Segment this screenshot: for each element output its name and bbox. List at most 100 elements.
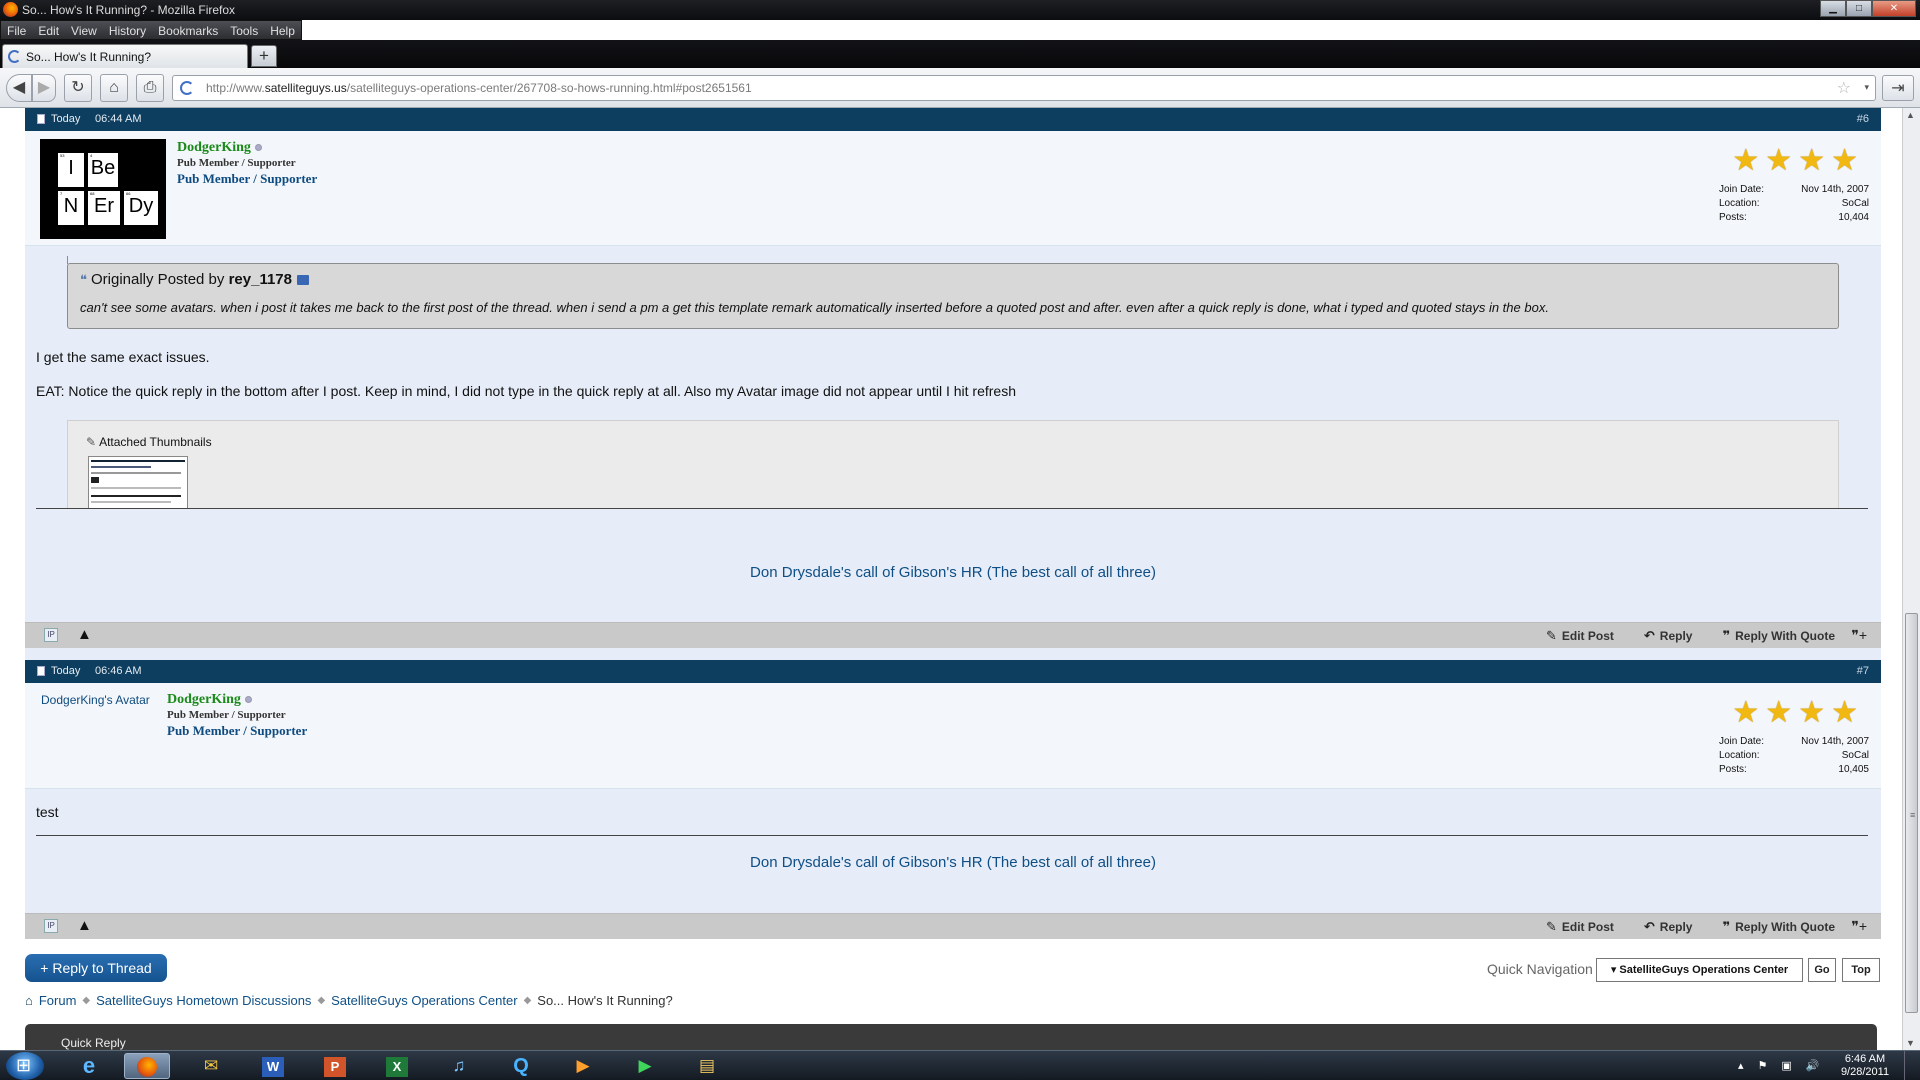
print-button[interactable]: ⎙ xyxy=(136,74,164,102)
avatar-tile: 4 Be xyxy=(88,153,118,187)
multi-quote-icon[interactable]: ❞+ xyxy=(1851,918,1867,935)
email-client-icon[interactable]: ✉ xyxy=(188,1053,234,1079)
quick-navigation-select[interactable]: ▾ SatelliteGuys Operations Center xyxy=(1596,958,1803,982)
url-text[interactable]: http://www.satelliteguys.us/satelliteguy… xyxy=(206,81,752,95)
home-icon[interactable]: ⌂ xyxy=(25,993,33,1008)
system-tray: ▴ ⚑ ▣ 🔊 xyxy=(1738,1059,1820,1072)
toolbar-end-button[interactable]: ⇥ xyxy=(1882,75,1914,101)
username-link[interactable]: DodgerKing xyxy=(167,692,252,708)
internet-explorer-icon[interactable]: e xyxy=(66,1053,112,1079)
user-title: Pub Member / Supporter xyxy=(167,709,286,721)
go-button[interactable]: Go xyxy=(1808,958,1836,982)
join-date-value: Nov 14th, 2007 xyxy=(1801,184,1869,195)
ip-icon[interactable]: IP xyxy=(44,628,58,642)
breadcrumb-operations-center[interactable]: SatelliteGuys Operations Center xyxy=(331,993,517,1008)
post-actions: ✎ Edit Post ↶ Reply ❞ Reply With Quote xyxy=(1546,919,1835,935)
url-path: /satelliteguys-operations-center/267708-… xyxy=(346,81,752,95)
user-stats: Join Date: Nov 14th, 2007 Location: SoCal … xyxy=(1719,184,1869,226)
report-post-icon[interactable]: ▲ xyxy=(77,626,92,643)
quick-reply-header[interactable]: Quick Reply xyxy=(25,1024,1877,1050)
pencil-icon: ✎ xyxy=(1545,919,1557,934)
user-avatar[interactable]: 53 I 4 Be 7N 68 Er 66 Dy xyxy=(40,139,166,239)
signature-link[interactable]: Don Drysdale's call of Gibson's HR (The … xyxy=(25,854,1881,871)
video-app-icon[interactable]: ▶ xyxy=(622,1053,668,1079)
view-post-icon[interactable] xyxy=(296,275,309,286)
edit-post-button[interactable]: ✎ Edit Post xyxy=(1546,628,1614,644)
file-explorer-icon[interactable]: ▤ xyxy=(684,1053,730,1079)
new-tab-button[interactable]: + xyxy=(251,45,277,67)
scrollbar-grip-icon: ≡ xyxy=(1910,810,1916,820)
scroll-up-arrow-icon[interactable]: ▲ xyxy=(1906,110,1915,120)
excel-icon[interactable]: X xyxy=(374,1053,420,1079)
powerpoint-icon[interactable]: P xyxy=(312,1053,358,1079)
reload-button[interactable]: ↻ xyxy=(64,74,92,102)
word-icon[interactable]: W xyxy=(250,1053,296,1079)
reply-with-quote-button[interactable]: ❞ Reply With Quote xyxy=(1722,919,1835,935)
post-number-link[interactable]: #6 xyxy=(1857,113,1869,125)
media-player-icon[interactable]: ▶ xyxy=(560,1053,606,1079)
top-button[interactable]: Top xyxy=(1842,958,1880,982)
edit-post-button[interactable]: ✎ Edit Post xyxy=(1546,919,1614,935)
tray-expand-icon[interactable]: ▴ xyxy=(1738,1059,1744,1072)
post-count-label: Posts: xyxy=(1719,212,1747,223)
reply-button[interactable]: ↶ Reply xyxy=(1644,628,1693,644)
start-button[interactable] xyxy=(6,1052,44,1080)
network-icon[interactable]: ▣ xyxy=(1781,1059,1791,1072)
vertical-scrollbar[interactable]: ▲ ≡ ▼ xyxy=(1902,108,1920,1050)
post-time: 06:44 AM xyxy=(95,113,142,125)
signature-divider xyxy=(36,835,1868,836)
post-number-link[interactable]: #7 xyxy=(1857,665,1869,677)
user-rank-stars: ★ ★ ★ ★ xyxy=(1732,146,1858,176)
forward-button[interactable]: ▶ xyxy=(32,74,56,102)
close-button[interactable]: ✕ xyxy=(1872,0,1916,17)
url-history-dropdown-icon[interactable]: ▾ xyxy=(1864,82,1869,93)
username-link[interactable]: DodgerKing xyxy=(177,140,262,156)
post-header: Today 06:46 AM #7 xyxy=(25,660,1881,683)
reply-with-quote-button[interactable]: ❞ Reply With Quote xyxy=(1722,628,1835,644)
post-footer: IP ▲ ✎ Edit Post ↶ Reply ❞ Reply With Quote… xyxy=(25,913,1881,939)
avatar-alt-text[interactable]: DodgerKing's Avatar xyxy=(41,693,150,707)
show-desktop-button[interactable] xyxy=(1904,1051,1920,1080)
tab-current[interactable]: So... How's It Running? xyxy=(2,44,248,68)
menu-file[interactable]: File xyxy=(1,21,32,39)
itunes-icon[interactable]: ♫ xyxy=(436,1053,482,1079)
post-text: I get the same exact issues. xyxy=(36,349,210,365)
menu-bookmarks[interactable]: Bookmarks xyxy=(152,21,224,39)
menu-view[interactable]: View xyxy=(65,21,103,39)
scroll-down-arrow-icon[interactable]: ▼ xyxy=(1906,1038,1915,1048)
menu-edit[interactable]: Edit xyxy=(32,21,65,39)
post-userinfo: 53 I 4 Be 7N 68 Er 66 Dy DodgerKing Pub Memb… xyxy=(25,131,1881,246)
menu-history[interactable]: History xyxy=(103,21,152,39)
bookmark-star-icon[interactable]: ☆ xyxy=(1837,78,1851,98)
reply-to-thread-button[interactable]: + Reply to Thread xyxy=(25,954,167,982)
report-post-icon[interactable]: ▲ xyxy=(77,917,92,934)
home-button[interactable]: ⌂ xyxy=(100,74,128,102)
reply-button[interactable]: ↶ Reply xyxy=(1644,919,1693,935)
quicktime-icon[interactable]: Q xyxy=(498,1053,544,1079)
attachment-thumbnail[interactable] xyxy=(88,456,188,513)
firefox-taskbar-icon[interactable] xyxy=(124,1053,170,1079)
menu-help[interactable]: Help xyxy=(264,21,301,39)
signature-link[interactable]: Don Drysdale's call of Gibson's HR (The … xyxy=(25,564,1881,581)
rank-star-icon: ★ xyxy=(1798,144,1826,177)
taskbar-clock[interactable]: 6:46 AM 9/28/2011 xyxy=(1838,1053,1892,1079)
maximize-button[interactable]: □ xyxy=(1846,0,1872,17)
minimize-button[interactable]: ▁ xyxy=(1820,0,1846,17)
back-button[interactable]: ◀ xyxy=(6,74,32,102)
rank-star-icon: ★ xyxy=(1831,144,1858,177)
quote-tick xyxy=(67,256,81,264)
username-text: DodgerKing xyxy=(167,692,241,707)
avatar-tile: 68 Er xyxy=(88,191,120,225)
volume-icon[interactable]: 🔊 xyxy=(1806,1059,1820,1072)
ip-icon[interactable]: IP xyxy=(44,919,58,933)
action-center-flag-icon[interactable]: ⚑ xyxy=(1758,1059,1768,1072)
multi-quote-icon[interactable]: ❞+ xyxy=(1851,627,1867,644)
scrollbar-thumb[interactable]: ≡ xyxy=(1905,613,1918,1013)
post-date: Today xyxy=(51,665,81,677)
page-content: Today 06:44 AM #6 53 I 4 Be 7N 68 Er 66 Dy D… xyxy=(0,108,1902,1050)
breadcrumb-forum[interactable]: Forum xyxy=(39,993,77,1008)
menu-tools[interactable]: Tools xyxy=(224,21,264,39)
url-bar[interactable]: http://www.satelliteguys.us/satelliteguy… xyxy=(172,75,1876,101)
attachments-label: Attached Thumbnails xyxy=(99,435,212,449)
breadcrumb-hometown[interactable]: SatelliteGuys Hometown Discussions xyxy=(96,993,311,1008)
